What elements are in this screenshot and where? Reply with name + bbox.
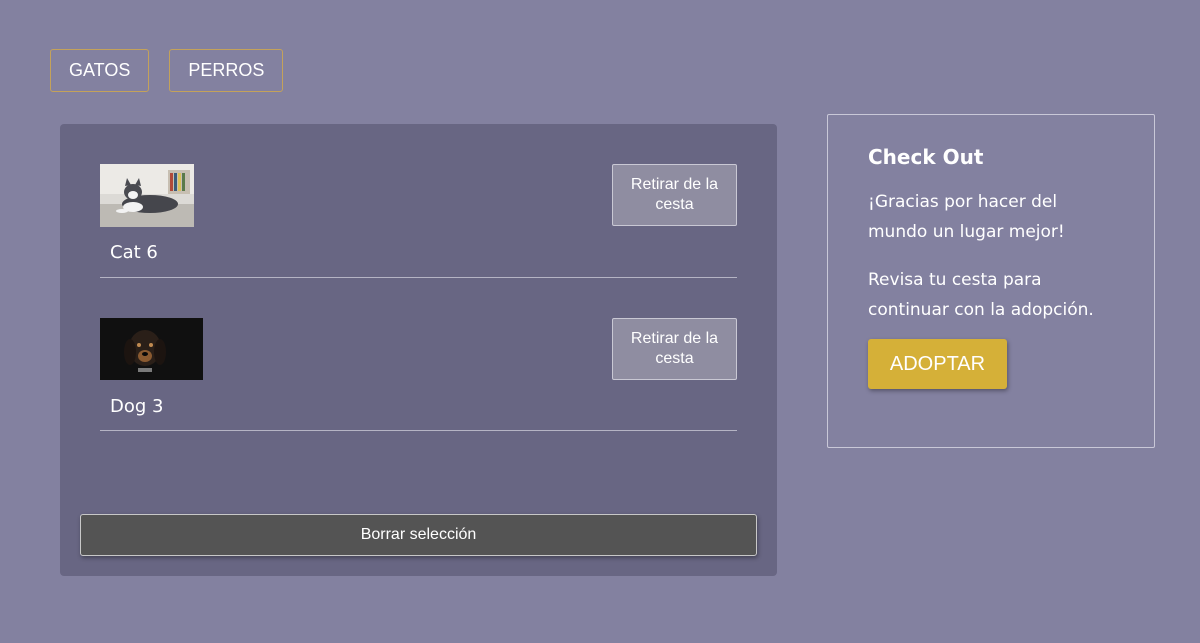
dogs-button[interactable]: PERROS <box>169 49 284 92</box>
thanks-text: ¡Gracias por hacer del mundo un lugar me… <box>868 192 1065 242</box>
item-name: Dog 3 <box>110 396 164 417</box>
item-name: Cat 6 <box>110 242 158 263</box>
review-text: Revisa tu cesta para continuar con la ad… <box>868 270 1094 320</box>
adopt-button[interactable]: ADOPTAR <box>868 339 1007 389</box>
checkout-panel: Check Out ¡Gracias por hacer del mundo u… <box>827 114 1155 448</box>
cats-button[interactable]: GATOS <box>50 49 150 92</box>
checkout-title: Check Out <box>868 145 984 169</box>
category-nav: GATOS PERROS <box>50 49 284 92</box>
cart-item: Dog 3 Retirar de la cesta <box>100 318 737 431</box>
cart-item: Cat 6 Retirar de la cesta <box>100 164 737 278</box>
cat-photo <box>100 164 194 227</box>
cart-panel: Cat 6 Retirar de la cesta Dog 3 Retirar … <box>60 124 777 576</box>
dog-photo <box>100 318 203 380</box>
clear-selection-button[interactable]: Borrar selección <box>80 514 757 556</box>
remove-from-cart-button[interactable]: Retirar de la cesta <box>612 164 737 226</box>
remove-from-cart-button[interactable]: Retirar de la cesta <box>612 318 737 380</box>
